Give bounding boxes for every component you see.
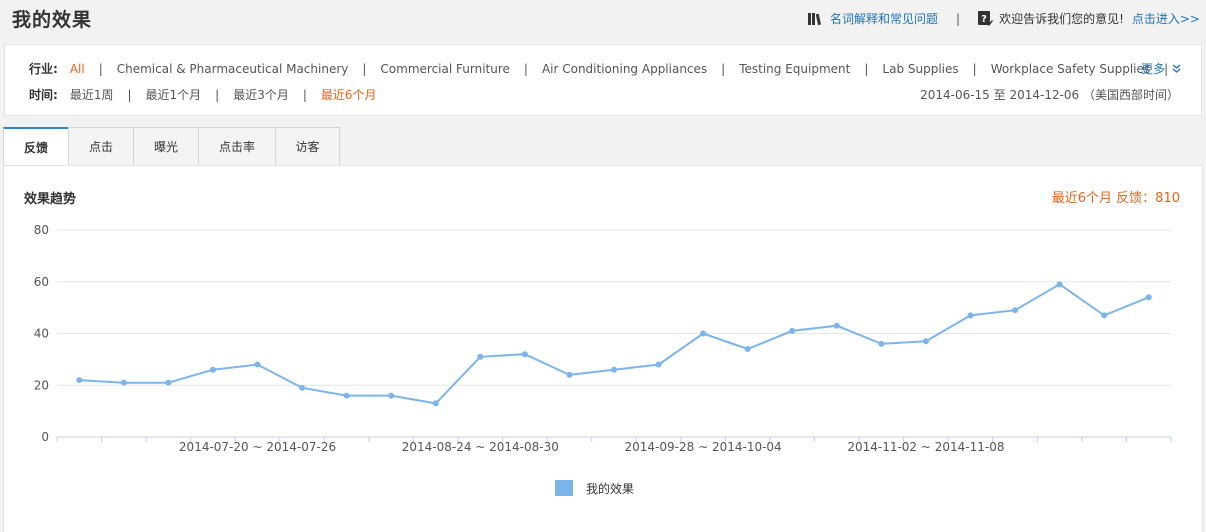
tab-visitors[interactable]: 访客 — [275, 127, 340, 166]
time-filter-row: 时间: 最近1周 | 最近1个月 | 最近3个月 | 最近6个月 — [29, 86, 377, 103]
x-tick-label: 2014-08-24 ~ 2014-08-30 — [402, 440, 559, 454]
data-point — [744, 346, 751, 353]
data-point — [209, 366, 216, 373]
filter-separator: | — [302, 87, 307, 102]
data-point — [432, 400, 439, 407]
data-point — [833, 322, 840, 329]
industry-workplace-safety[interactable]: Workplace Safety Supplies — [991, 62, 1150, 76]
tab-ctr[interactable]: 点击率 — [198, 127, 275, 166]
filter-separator: | — [523, 61, 528, 76]
legend-swatch — [555, 480, 573, 496]
y-tick-label: 40 — [34, 327, 49, 341]
x-tick-label: 2014-07-20 ~ 2014-07-26 — [179, 440, 336, 454]
data-point — [1101, 312, 1108, 319]
industry-testing-equipment[interactable]: Testing Equipment — [739, 62, 850, 76]
industry-air-conditioning[interactable]: Air Conditioning Appliances — [542, 62, 707, 76]
date-range: 2014-06-15 至 2014-12-06 （美国西部时间） — [920, 88, 1179, 102]
tab-impressions[interactable]: 曝光 — [133, 127, 198, 166]
data-point — [566, 371, 573, 378]
time-6-months[interactable]: 最近6个月 — [321, 86, 377, 103]
y-tick-label: 0 — [41, 430, 49, 444]
data-point — [254, 361, 261, 368]
industry-label: 行业: — [29, 62, 58, 76]
top-links: 名词解释和常见问题 | ? 欢迎告诉我们您的意见! 点击进入>> — [808, 10, 1200, 27]
industry-chemical-pharma[interactable]: Chemical & Pharmaceutical Machinery — [117, 62, 349, 76]
glossary-link[interactable]: 名词解释和常见问题 — [830, 10, 938, 27]
data-point — [655, 361, 662, 368]
data-point — [1012, 307, 1019, 314]
data-point — [700, 330, 707, 337]
tab-feedback[interactable]: 反馈 — [3, 127, 68, 166]
data-point — [165, 379, 172, 386]
filter-separator: | — [127, 87, 132, 102]
filter-separator: | — [362, 61, 367, 76]
data-point — [120, 379, 127, 386]
svg-text:?: ? — [981, 14, 987, 25]
filter-separator: | — [98, 61, 103, 76]
industry-filter-row: 行业: All | Chemical & Pharmaceutical Mach… — [29, 60, 1182, 77]
industry-lab-supplies[interactable]: Lab Supplies — [882, 62, 958, 76]
data-point — [1056, 281, 1063, 288]
legend-label: 我的效果 — [586, 481, 634, 496]
x-tick-label: 2014-09-28 ~ 2014-10-04 — [625, 440, 782, 454]
time-1-week[interactable]: 最近1周 — [70, 86, 114, 103]
top-bar: 我的效果 名词解释和常见问题 | ? 欢迎告诉我们您的意见! 点击进入>> — [0, 0, 1206, 40]
feedback-prompt: 欢迎告诉我们您的意见! — [999, 12, 1124, 26]
filter-separator: | — [972, 61, 977, 76]
filter-box: 行业: All | Chemical & Pharmaceutical Mach… — [4, 44, 1202, 116]
more-industries-button[interactable]: 更多 — [1141, 60, 1181, 77]
data-point — [878, 340, 885, 347]
y-tick-label: 60 — [34, 275, 49, 289]
chevron-double-down-icon — [1172, 64, 1181, 73]
chart-panel: 效果趋势 最近6个月 反馈：810 0 20 40 60 80 2014-07-20 ~ … — [3, 165, 1203, 532]
filter-separator: | — [721, 61, 726, 76]
data-point — [343, 392, 350, 399]
filter-separator: | — [215, 87, 220, 102]
time-1-month[interactable]: 最近1个月 — [146, 86, 202, 103]
feedback-link[interactable]: 点击进入>> — [1132, 10, 1200, 27]
feedback-icon: ? — [978, 11, 994, 26]
data-point — [388, 392, 395, 399]
trend-chart: 0 20 40 60 80 2014-07-20 ~ 2014-07-26 2014-08-… — [34, 223, 1172, 496]
industry-all[interactable]: All — [70, 62, 85, 76]
tab-clicks[interactable]: 点击 — [68, 127, 133, 166]
data-point — [76, 377, 83, 384]
filter-separator: | — [864, 61, 869, 76]
y-tick-label: 80 — [34, 223, 49, 237]
time-3-months[interactable]: 最近3个月 — [233, 86, 289, 103]
data-point — [611, 366, 617, 373]
industry-commercial-furniture[interactable]: Commercial Furniture — [380, 62, 509, 76]
data-point — [299, 384, 306, 391]
top-separator: | — [956, 11, 961, 26]
books-icon — [808, 12, 824, 26]
data-point — [967, 312, 974, 319]
page-title: 我的效果 — [12, 9, 93, 31]
data-point — [922, 338, 929, 345]
data-point — [789, 327, 796, 334]
y-tick-label: 20 — [34, 378, 49, 392]
time-label: 时间: — [29, 88, 58, 102]
data-point — [477, 353, 484, 360]
metric-tabs: 反馈 点击 曝光 点击率 访客 — [3, 127, 340, 166]
data-point — [521, 351, 528, 358]
x-tick-label: 2014-11-02 ~ 2014-11-08 — [847, 440, 1004, 454]
more-label: 更多 — [1141, 62, 1166, 76]
data-point — [1145, 294, 1152, 301]
